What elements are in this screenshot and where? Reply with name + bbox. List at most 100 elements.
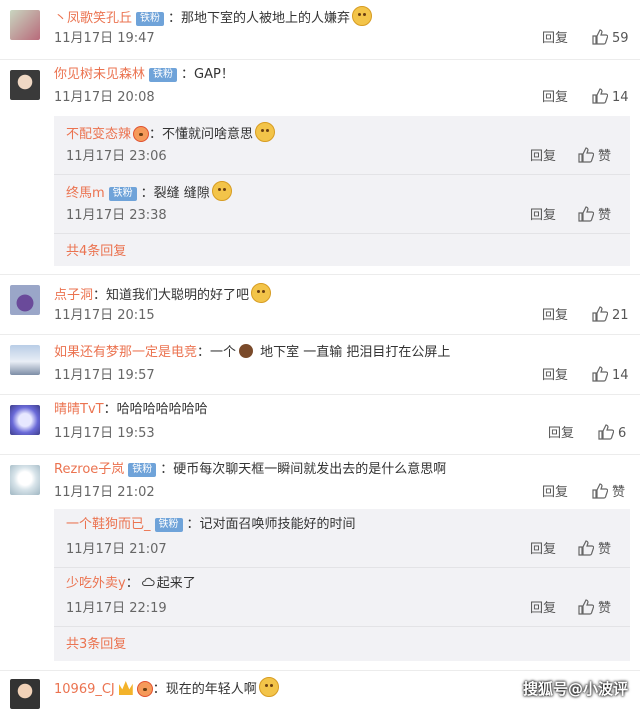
avatar[interactable] <box>10 10 40 40</box>
reply-button[interactable]: 回复 <box>530 540 556 560</box>
thumbs-up-icon <box>598 424 615 440</box>
like-count: 14 <box>612 90 629 105</box>
comment-item: 如果还有梦那一定是电竞：一个 地下室 一直输 把泪目打在公屏上 11月17日 1… <box>0 335 640 395</box>
username[interactable]: 不配变态辣 <box>66 127 131 142</box>
comment-text: ：现在的年轻人啊 <box>152 682 257 697</box>
reply-button[interactable]: 回复 <box>542 306 568 326</box>
comment-item: 晴晴TvT：哈哈哈哈哈哈哈 11月17日 19:53 回复 6 <box>0 395 640 455</box>
like-button[interactable]: 赞 <box>578 206 611 226</box>
timestamp: 11月17日 23:06 <box>66 149 167 164</box>
like-button[interactable]: 14 <box>592 366 629 386</box>
like-label: 赞 <box>612 485 626 500</box>
comment-line: 如果还有梦那一定是电竞：一个 地下室 一直输 把泪目打在公屏上 <box>54 343 450 363</box>
comment-text-continued: 起来了 <box>156 576 196 591</box>
timestamp: 11月17日 19:53 <box>54 426 155 441</box>
like-label: 赞 <box>598 208 612 223</box>
timestamp: 11月17日 23:38 <box>66 208 167 223</box>
emoji-face-icon <box>136 681 153 697</box>
reply-button[interactable]: 回复 <box>542 88 568 108</box>
comment-line: 10969_CJ ：现在的年轻人啊 <box>54 677 279 700</box>
like-button[interactable]: 赞 <box>592 483 625 503</box>
comment-text: ：哈哈哈哈哈哈哈 <box>103 402 208 417</box>
comment-line: 丶凤歌笑孔丘 铁粉 ：那地下室的人被地上的人嫌弃 <box>54 6 373 29</box>
emoji-face-icon <box>255 122 276 142</box>
emoji-face-icon <box>211 181 232 201</box>
view-more-replies-link[interactable]: 共3条回复 <box>66 635 126 655</box>
timestamp: 11月17日 20:15 <box>54 308 155 323</box>
reply-thread: 一个鞋狗而已_ 铁粉 ：记对面召唤师技能好的时间 11月17日 21:07 回复 赞… <box>54 509 630 661</box>
comment-text: ：那地下室的人被地上的人嫌弃 <box>168 11 351 26</box>
vip-crown-icon <box>118 681 133 695</box>
avatar[interactable] <box>10 70 40 100</box>
timestamp: 11月17日 21:02 <box>54 485 155 500</box>
timestamp: 11月17日 20:08 <box>54 90 155 105</box>
comment-line: 点子洞：知道我们大聪明的好了吧 <box>54 283 272 306</box>
username[interactable]: Rezroe子岚 <box>54 462 124 477</box>
comment-text: ：记对面召唤师技能好的时间 <box>186 517 356 532</box>
thumbs-up-icon <box>592 29 609 45</box>
username[interactable]: 少吃外卖y <box>66 576 126 591</box>
comment-item: Rezroe子岚 铁粉 ：硬币每次聊天框一瞬间就发出去的是什么意思啊 11月17日 … <box>0 455 640 671</box>
fan-badge: 铁粉 <box>154 518 183 532</box>
comment-line: Rezroe子岚 铁粉 ：硬币每次聊天框一瞬间就发出去的是什么意思啊 <box>54 460 446 480</box>
like-button[interactable]: 59 <box>592 29 629 49</box>
comment-text: ：知道我们大聪明的好了吧 <box>93 288 250 303</box>
like-button[interactable]: 6 <box>598 424 626 444</box>
like-count: 59 <box>612 31 629 46</box>
emoji-face-icon <box>258 677 279 697</box>
username[interactable]: 点子洞 <box>54 288 93 303</box>
reply-item: 终馬m 铁粉 ：裂缝 缝隙 11月17日 23:38 回复 赞 <box>54 175 630 234</box>
thumbs-up-icon <box>578 599 595 615</box>
avatar[interactable] <box>10 285 40 315</box>
username[interactable]: 如果还有梦那一定是电竞 <box>54 345 197 360</box>
comment-item: 丶凤歌笑孔丘 铁粉 ：那地下室的人被地上的人嫌弃 11月17日 19:47 回复 5… <box>0 0 640 60</box>
like-button[interactable]: 赞 <box>578 147 611 167</box>
reply-button[interactable]: 回复 <box>530 147 556 167</box>
thumbs-up-icon <box>578 147 595 163</box>
reply-button[interactable]: 回复 <box>530 206 556 226</box>
view-more-replies-link[interactable]: 共4条回复 <box>66 242 126 262</box>
like-label: 赞 <box>598 149 612 164</box>
like-button[interactable]: 14 <box>592 88 629 108</box>
username[interactable]: 你见树未见森林 <box>54 67 145 82</box>
username[interactable]: 丶凤歌笑孔丘 <box>54 11 132 26</box>
username[interactable]: 10969_CJ <box>54 682 115 697</box>
monkey-icon <box>239 344 254 358</box>
avatar[interactable] <box>10 345 40 375</box>
like-button[interactable]: 21 <box>592 306 629 326</box>
like-button[interactable]: 赞 <box>578 540 611 560</box>
reply-thread: 不配变态辣 ：不懂就问啥意思 11月17日 23:06 回复 赞 终馬m 铁粉 ：裂缝… <box>54 116 630 266</box>
reply-button[interactable]: 回复 <box>542 29 568 49</box>
avatar[interactable] <box>10 465 40 495</box>
thumbs-up-icon <box>592 88 609 104</box>
reply-button[interactable]: 回复 <box>548 424 574 444</box>
timestamp: 11月17日 19:47 <box>54 31 155 46</box>
username[interactable]: 终馬m <box>66 186 105 201</box>
comment-text: ：硬币每次聊天框一瞬间就发出去的是什么意思啊 <box>160 462 447 477</box>
avatar[interactable] <box>10 405 40 435</box>
fan-badge: 铁粉 <box>108 187 137 201</box>
reply-button[interactable]: 回复 <box>542 366 568 386</box>
emoji-face-icon <box>251 283 272 303</box>
comment-text-continued: 地下室 一直输 把泪目打在公屏上 <box>256 345 451 360</box>
thumbs-up-icon <box>592 306 609 322</box>
like-label: 赞 <box>598 542 612 557</box>
like-button[interactable]: 赞 <box>578 599 611 619</box>
reply-item: 不配变态辣 ：不懂就问啥意思 11月17日 23:06 回复 赞 <box>54 116 630 175</box>
comment-text: ：一个 <box>197 345 237 360</box>
username[interactable]: 一个鞋狗而已_ <box>66 517 151 532</box>
like-count: 14 <box>612 368 629 383</box>
comment-line: 晴晴TvT：哈哈哈哈哈哈哈 <box>54 400 208 420</box>
fan-badge: 铁粉 <box>128 463 157 477</box>
like-count: 6 <box>618 426 627 441</box>
reply-button[interactable]: 回复 <box>530 599 556 619</box>
reply-button[interactable]: 回复 <box>542 483 568 503</box>
vip-crown-icon <box>133 126 150 142</box>
fan-badge: 铁粉 <box>136 12 165 26</box>
reply-item: 一个鞋狗而已_ 铁粉 ：记对面召唤师技能好的时间 11月17日 21:07 回复 赞 <box>54 509 630 568</box>
comment-text: ：不懂就问啥意思 <box>149 127 254 142</box>
reply-item: 少吃外卖y： 起来了 11月17日 22:19 回复 赞 <box>54 568 630 627</box>
thumbs-up-icon <box>578 206 595 222</box>
username[interactable]: 晴晴TvT <box>54 402 104 417</box>
thumbs-up-icon <box>592 366 609 382</box>
